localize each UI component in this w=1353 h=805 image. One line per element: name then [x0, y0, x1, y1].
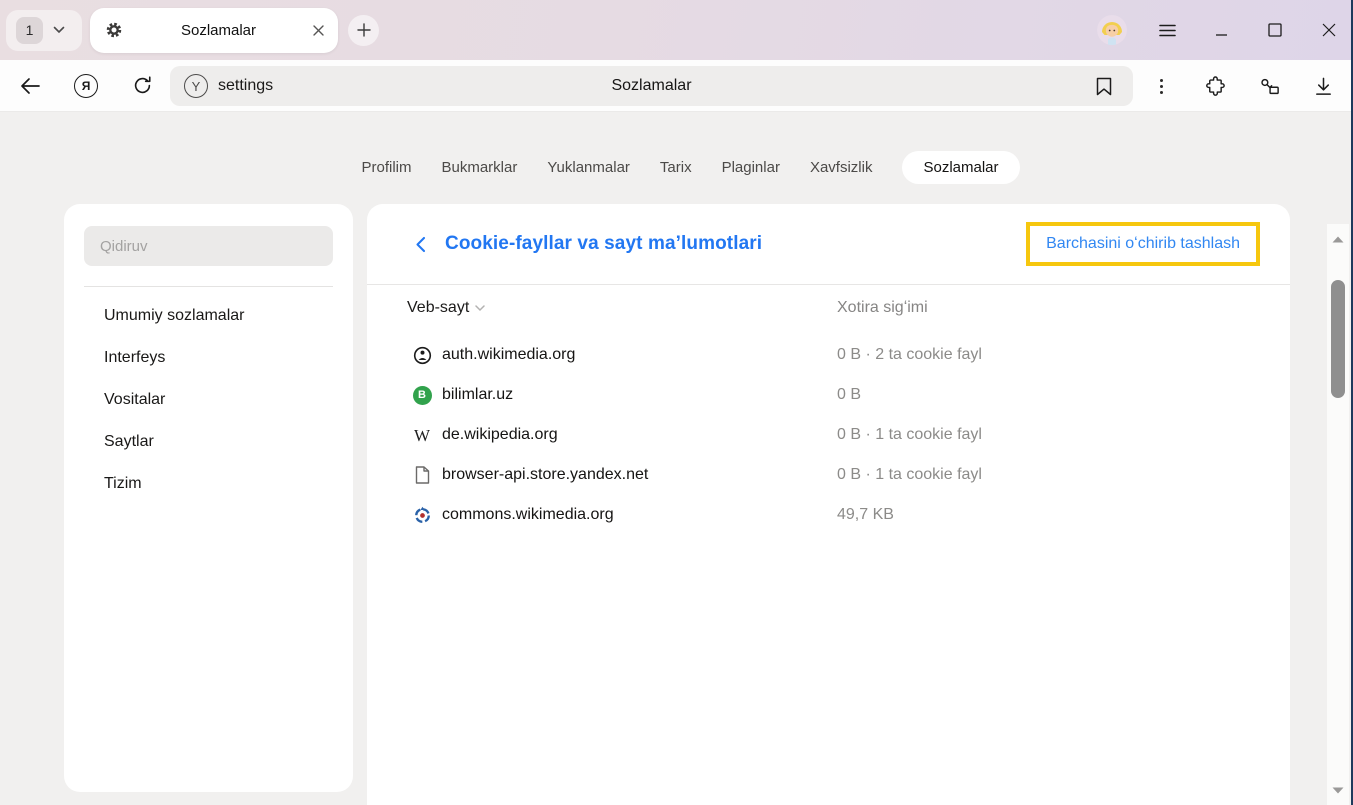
table-header: Veb-sayt Xotira sigʻimi: [367, 285, 1290, 331]
extensions-icon[interactable]: [1193, 66, 1237, 106]
nav-tab-bukmarklar[interactable]: Bukmarklar: [442, 159, 518, 176]
back-chevron-icon[interactable]: [407, 231, 433, 257]
reload-button[interactable]: [120, 66, 164, 106]
url-text: settings: [218, 77, 273, 95]
toolbar-right: [1139, 60, 1345, 112]
titlebar: 1 Sozlamalar: [0, 0, 1351, 60]
target-highlight-ring: Barchasini oʻchirib tashlash: [1026, 222, 1260, 266]
tab-counter-button[interactable]: 1: [6, 10, 82, 51]
cookies-panel: Cookie-fayllar va sayt ma’lumotlari Barc…: [367, 204, 1290, 805]
site-size: 0 B · 2 ta cookie fayl: [837, 346, 1290, 364]
bookmark-icon[interactable]: [1087, 69, 1121, 103]
letter-b-icon: B: [413, 386, 432, 405]
tab-count: 1: [16, 17, 43, 44]
passwords-icon[interactable]: [1247, 66, 1291, 106]
scroll-down-icon[interactable]: [1327, 777, 1349, 803]
column-size-label: Xotira sigʻimi: [837, 299, 1290, 317]
site-size: 0 B · 1 ta cookie fayl: [837, 426, 1290, 444]
site-list: auth.wikimedia.org 0 B · 2 ta cookie fay…: [367, 335, 1290, 535]
more-options-icon[interactable]: [1139, 66, 1183, 106]
nav-tab-tarix[interactable]: Tarix: [660, 159, 692, 176]
settings-nav: Profilim Bukmarklar Yuklanmalar Tarix Pl…: [30, 150, 1351, 184]
sort-chevron-icon: [475, 305, 485, 312]
page-icon: [412, 465, 432, 485]
table-row[interactable]: commons.wikimedia.org 49,7 KB: [367, 495, 1290, 535]
sidebar-item-saytlar[interactable]: Saytlar: [84, 421, 333, 463]
back-button[interactable]: [8, 66, 52, 106]
downloads-icon[interactable]: [1301, 66, 1345, 106]
address-bar-page-title: Sozlamalar: [170, 77, 1133, 95]
wikimedia-commons-icon: [412, 505, 432, 525]
tab-title: Sozlamalar: [124, 22, 313, 39]
site-name: commons.wikimedia.org: [442, 506, 837, 524]
scrollbar-thumb[interactable]: [1331, 280, 1345, 398]
site-size: 49,7 KB: [837, 506, 1290, 524]
cookies-header: Cookie-fayllar va sayt ma’lumotlari Barc…: [367, 204, 1290, 285]
nav-tab-plaginlar[interactable]: Plaginlar: [722, 159, 780, 176]
maximize-button[interactable]: [1261, 16, 1289, 44]
tab-close-icon[interactable]: [313, 25, 324, 36]
column-site-label: Veb-sayt: [407, 299, 469, 317]
new-tab-button[interactable]: [348, 15, 379, 46]
site-name: browser-api.store.yandex.net: [442, 466, 837, 484]
menu-icon[interactable]: [1153, 16, 1181, 44]
sidebar-item-tizim[interactable]: Tizim: [84, 463, 333, 505]
bilimlar-favicon: B: [412, 385, 432, 405]
tab-strip: 1 Sozlamalar: [6, 0, 379, 60]
site-name: de.wikipedia.org: [442, 426, 837, 444]
yandex-logo-icon: Я: [74, 74, 98, 98]
tab-sozlamalar[interactable]: Sozlamalar: [90, 8, 338, 53]
browser-logo-icon: Y: [184, 74, 208, 98]
site-name: bilimlar.uz: [442, 386, 837, 404]
page-title: Cookie-fayllar va sayt ma’lumotlari: [445, 233, 762, 255]
sort-by-site-control[interactable]: Veb-sayt: [407, 299, 837, 317]
chevron-down-icon: [53, 26, 65, 34]
site-size: 0 B · 1 ta cookie fayl: [837, 466, 1290, 484]
table-row[interactable]: W de.wikipedia.org 0 B · 1 ta cookie fay…: [367, 415, 1290, 455]
table-row[interactable]: B bilimlar.uz 0 B: [367, 375, 1290, 415]
nav-tab-yuklanmalar[interactable]: Yuklanmalar: [547, 159, 630, 176]
site-size: 0 B: [837, 386, 1290, 404]
nav-tab-profilim[interactable]: Profilim: [361, 159, 411, 176]
search-input[interactable]: [84, 226, 333, 266]
table-row[interactable]: browser-api.store.yandex.net 0 B · 1 ta …: [367, 455, 1290, 495]
site-name: auth.wikimedia.org: [442, 346, 837, 364]
address-bar[interactable]: Y settings Sozlamalar: [170, 66, 1133, 106]
minimize-button[interactable]: [1207, 16, 1235, 44]
toolbar: Я Y settings Sozlamalar: [0, 60, 1351, 112]
sidebar-item-vositalar[interactable]: Vositalar: [84, 379, 333, 421]
nav-tab-sozlamalar[interactable]: Sozlamalar: [902, 151, 1019, 184]
sidebar-item-interfeys[interactable]: Interfeys: [84, 337, 333, 379]
vertical-scrollbar: [1327, 224, 1349, 805]
sidebar-item-umumiy-sozlamalar[interactable]: Umumiy sozlamalar: [84, 295, 333, 337]
delete-all-button[interactable]: Barchasini oʻchirib tashlash: [1030, 226, 1256, 262]
table-row[interactable]: auth.wikimedia.org 0 B · 2 ta cookie fay…: [367, 335, 1290, 375]
sidebar-divider: [84, 286, 333, 287]
browser-window: 1 Sozlamalar: [0, 0, 1353, 805]
nav-tab-xavfsizlik[interactable]: Xavfsizlik: [810, 159, 873, 176]
settings-sidebar: Umumiy sozlamalar Interfeys Vositalar Sa…: [64, 204, 353, 792]
wikipedia-icon: W: [412, 425, 432, 445]
scroll-up-icon[interactable]: [1327, 226, 1349, 252]
window-controls: [1097, 0, 1343, 60]
settings-page: Profilim Bukmarklar Yuklanmalar Tarix Pl…: [0, 112, 1351, 805]
profile-avatar[interactable]: [1097, 15, 1127, 45]
close-window-button[interactable]: [1315, 16, 1343, 44]
gear-icon: [104, 20, 124, 40]
wikimedia-icon: [412, 345, 432, 365]
yandex-home-button[interactable]: Я: [64, 66, 108, 106]
